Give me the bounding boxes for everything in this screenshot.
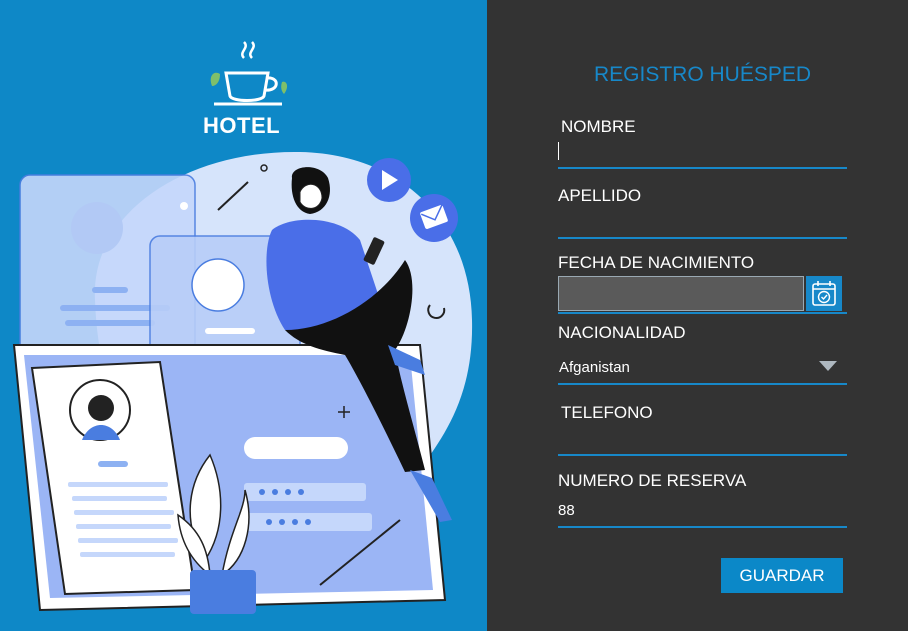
apellido-label: APELLIDO [558, 186, 642, 205]
nacionalidad-underline [558, 383, 847, 385]
nombre-underline [558, 167, 847, 169]
form-panel [487, 0, 908, 631]
form-title: REGISTRO HUÉSPED [594, 63, 812, 86]
coffee-cup-icon [210, 41, 288, 106]
reserva-input[interactable]: 88 [558, 502, 847, 524]
nombre-input[interactable] [560, 141, 847, 165]
text-cursor [558, 142, 559, 160]
reserva-underline [558, 526, 847, 528]
apellido-input[interactable] [558, 210, 847, 234]
fecha-label: FECHA DE NACIMIENTO [558, 253, 755, 272]
apellido-underline [558, 237, 847, 239]
reserva-label: NUMERO DE RESERVA [558, 471, 747, 490]
fecha-input[interactable] [558, 276, 804, 311]
illustration-panel: HOTEL [0, 0, 487, 631]
nombre-label: NOMBRE [561, 117, 636, 136]
calendar-icon [812, 281, 836, 306]
guardar-button[interactable]: GUARDAR [721, 558, 843, 593]
calendar-button[interactable] [806, 276, 842, 311]
telefono-label: TELEFONO [561, 403, 653, 422]
hotel-illustration [12, 41, 473, 614]
nacionalidad-select[interactable]: Afganistan [559, 359, 847, 381]
hotel-logo-text: HOTEL [203, 113, 281, 138]
fecha-underline [558, 312, 847, 314]
nacionalidad-label: NACIONALIDAD [558, 323, 686, 342]
telefono-underline [558, 454, 847, 456]
chevron-down-icon[interactable] [819, 361, 837, 371]
telefono-input[interactable] [558, 428, 847, 452]
